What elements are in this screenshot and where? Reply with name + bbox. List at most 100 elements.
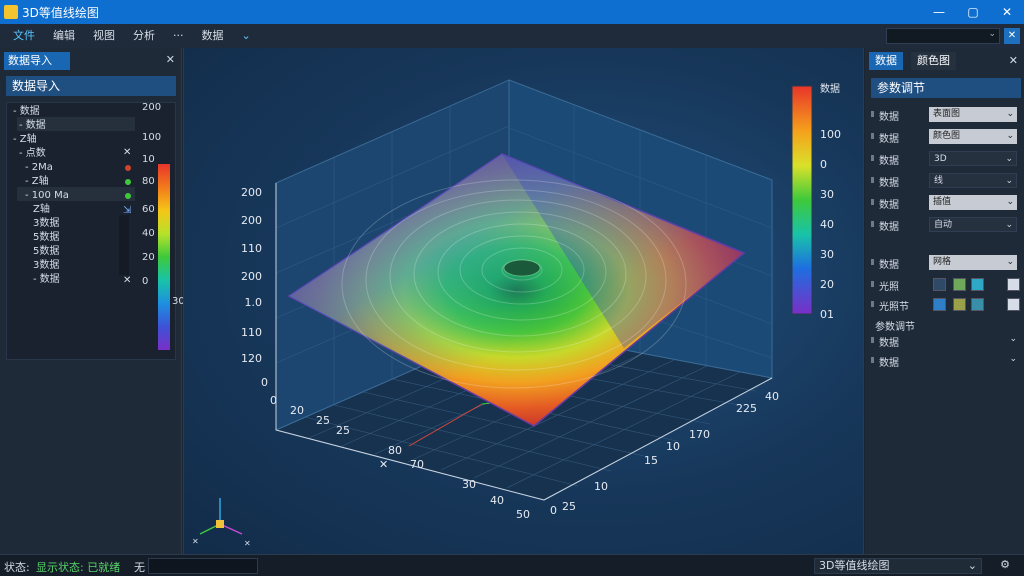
colorbar-label: 01 (820, 308, 834, 321)
property-label: 数据 (879, 358, 899, 369)
minimize-button[interactable]: — (922, 0, 956, 24)
swatch-button[interactable] (933, 278, 946, 291)
tree-item[interactable]: - 100 Ma (25, 189, 69, 203)
tab-data-import[interactable]: 数据导入 (4, 52, 70, 70)
side-colorbar-label: 10 (142, 154, 155, 165)
status-input[interactable] (148, 558, 258, 574)
chevron-down-icon[interactable]: ⌄ (1009, 354, 1017, 364)
menu-edit[interactable]: 编辑 (44, 24, 84, 48)
status-extra: 无 (134, 561, 145, 574)
tab-data[interactable]: 数据 (869, 52, 903, 70)
y-tick-label: 40 (765, 390, 779, 403)
property-select[interactable]: 颜色图 ⌄ (929, 129, 1017, 144)
tree-item[interactable]: - 数据 (19, 119, 46, 133)
row-bullet (871, 221, 874, 227)
y-tick-label: 0 (550, 504, 557, 517)
property-select[interactable]: 3D ⌄ (929, 151, 1017, 166)
z-tick-label: 110 (241, 326, 262, 339)
property-row: 数据 表面图 ⌄ (871, 106, 1021, 124)
pin-icon[interactable]: ✕ (123, 147, 131, 158)
close-icon[interactable]: ✕ (123, 275, 131, 286)
menu-close-button[interactable]: ✕ (1004, 28, 1020, 44)
swatch-button[interactable] (953, 278, 966, 291)
status-dot-green (125, 179, 131, 185)
property-row: 数据 线 ⌄ (871, 172, 1021, 190)
tree-item[interactable]: - 数据 (13, 105, 40, 119)
tree-item[interactable]: - 数据 (33, 273, 60, 287)
panel-close-icon[interactable]: ✕ (1009, 54, 1018, 67)
checkbox[interactable] (1007, 298, 1020, 311)
z-tick-label: 120 (241, 352, 262, 365)
chevron-down-icon: ⌄ (1006, 109, 1014, 119)
property-label: 数据 (879, 134, 899, 145)
colorbar-title: 数据 (820, 82, 840, 95)
side-colorbar-label: 60 (142, 204, 155, 215)
close-button[interactable]: ✕ (990, 0, 1024, 24)
tree-item[interactable]: - Z轴 (13, 133, 37, 147)
settings-icon[interactable]: ⚙ (1000, 558, 1010, 571)
panel-close-icon[interactable]: ✕ (166, 53, 175, 66)
x-tick-label: 20 (290, 404, 304, 417)
chevron-down-icon[interactable]: ⌄ (1009, 334, 1017, 344)
menu-more[interactable]: ··· (164, 24, 193, 48)
tree-item[interactable]: - 点数 (19, 147, 46, 161)
chevron-down-icon: ⌄ (1005, 220, 1013, 230)
property-row: 光照节 (871, 296, 1021, 314)
row-bullet (871, 111, 874, 117)
tree-item[interactable]: 3数据 (33, 259, 59, 273)
menu-analyze[interactable]: 分析 (124, 24, 164, 48)
property-select[interactable]: 自动 ⌄ (929, 217, 1017, 232)
panel-header: 数据导入 (6, 76, 176, 96)
window-controls: — ▢ ✕ (922, 0, 1024, 24)
z-tick-label: 1.0 (245, 296, 263, 309)
tab-colormap[interactable]: 颜色图 (911, 52, 956, 70)
swatch-button[interactable] (971, 298, 984, 311)
side-colorbar-label: 0 (142, 276, 149, 287)
status-app-dropdown[interactable]: 3D等值线绘图 ⌄ (814, 558, 982, 574)
title-bar: 3D等值线绘图 — ▢ ✕ (0, 0, 1024, 24)
row-bullet (871, 259, 874, 265)
maximize-button[interactable]: ▢ (956, 0, 990, 24)
tree-item[interactable]: Z轴 (33, 203, 50, 217)
z-tick-label: 110 (241, 242, 262, 255)
property-row: 数据 自动 ⌄ (871, 216, 1021, 234)
tree-item[interactable]: - Z轴 (25, 175, 49, 189)
y-tick-label: 10 (594, 480, 608, 493)
swatch-button[interactable] (971, 278, 984, 291)
colorbar (791, 85, 813, 315)
property-select[interactable]: 插值 ⌄ (929, 195, 1017, 210)
plot-viewport[interactable]: 200 200 110 200 1.0 110 120 0 0 20 25 25… (183, 48, 864, 554)
property-label: 数据 (879, 222, 899, 233)
checkbox[interactable] (1007, 278, 1020, 291)
tree-item[interactable]: - 2Ma (25, 161, 53, 175)
property-select[interactable]: 线 ⌄ (929, 173, 1017, 188)
menu-data[interactable]: 数据 (193, 24, 233, 48)
menu-bar: 文件 编辑 视图 分析 ··· 数据 ⌄ ⌄ ✕ (0, 24, 1024, 48)
tree-item[interactable]: 5数据 (33, 231, 59, 245)
menu-search-input[interactable]: ⌄ (886, 28, 1000, 44)
menu-file[interactable]: 文件 (4, 24, 44, 48)
row-bullet (871, 357, 874, 363)
side-colorbar (158, 164, 170, 350)
x-tick-label: 40 (490, 494, 504, 507)
row-bullet (871, 301, 874, 307)
tree-item[interactable]: 5数据 (33, 245, 59, 259)
swatch-button[interactable] (933, 298, 946, 311)
menu-dropdown-chevron-icon[interactable]: ⌄ (233, 24, 260, 48)
y-tick-label: 10 (666, 440, 680, 453)
menu-view[interactable]: 视图 (84, 24, 124, 48)
swatch-button[interactable] (953, 298, 966, 311)
side-colorbar-label: 40 (142, 228, 155, 239)
property-row[interactable]: 数据 ⌄ (871, 332, 1021, 350)
x-tick-label: 70 (410, 458, 424, 471)
property-select[interactable]: 网格 ⌄ (929, 255, 1017, 270)
surface-plot[interactable]: 200 200 110 200 1.0 110 120 0 0 20 25 25… (184, 48, 865, 554)
chevron-down-icon: ⌄ (1006, 131, 1014, 141)
property-select[interactable]: 表面图 ⌄ (929, 107, 1017, 122)
orientation-gizmo-icon[interactable]: ✕ ✕ (192, 498, 251, 548)
tree-scrollbar[interactable] (119, 215, 129, 275)
property-row[interactable]: 数据 ⌄ (871, 352, 1021, 370)
tree-item[interactable]: 3数据 (33, 217, 59, 231)
side-colorbar-label: 200 (142, 102, 162, 113)
properties-panel: 数据 颜色图 ✕ 参数调节 数据 表面图 ⌄ 数据 颜色图 ⌄ 数据 3D ⌄ 数据 … (865, 48, 1024, 554)
